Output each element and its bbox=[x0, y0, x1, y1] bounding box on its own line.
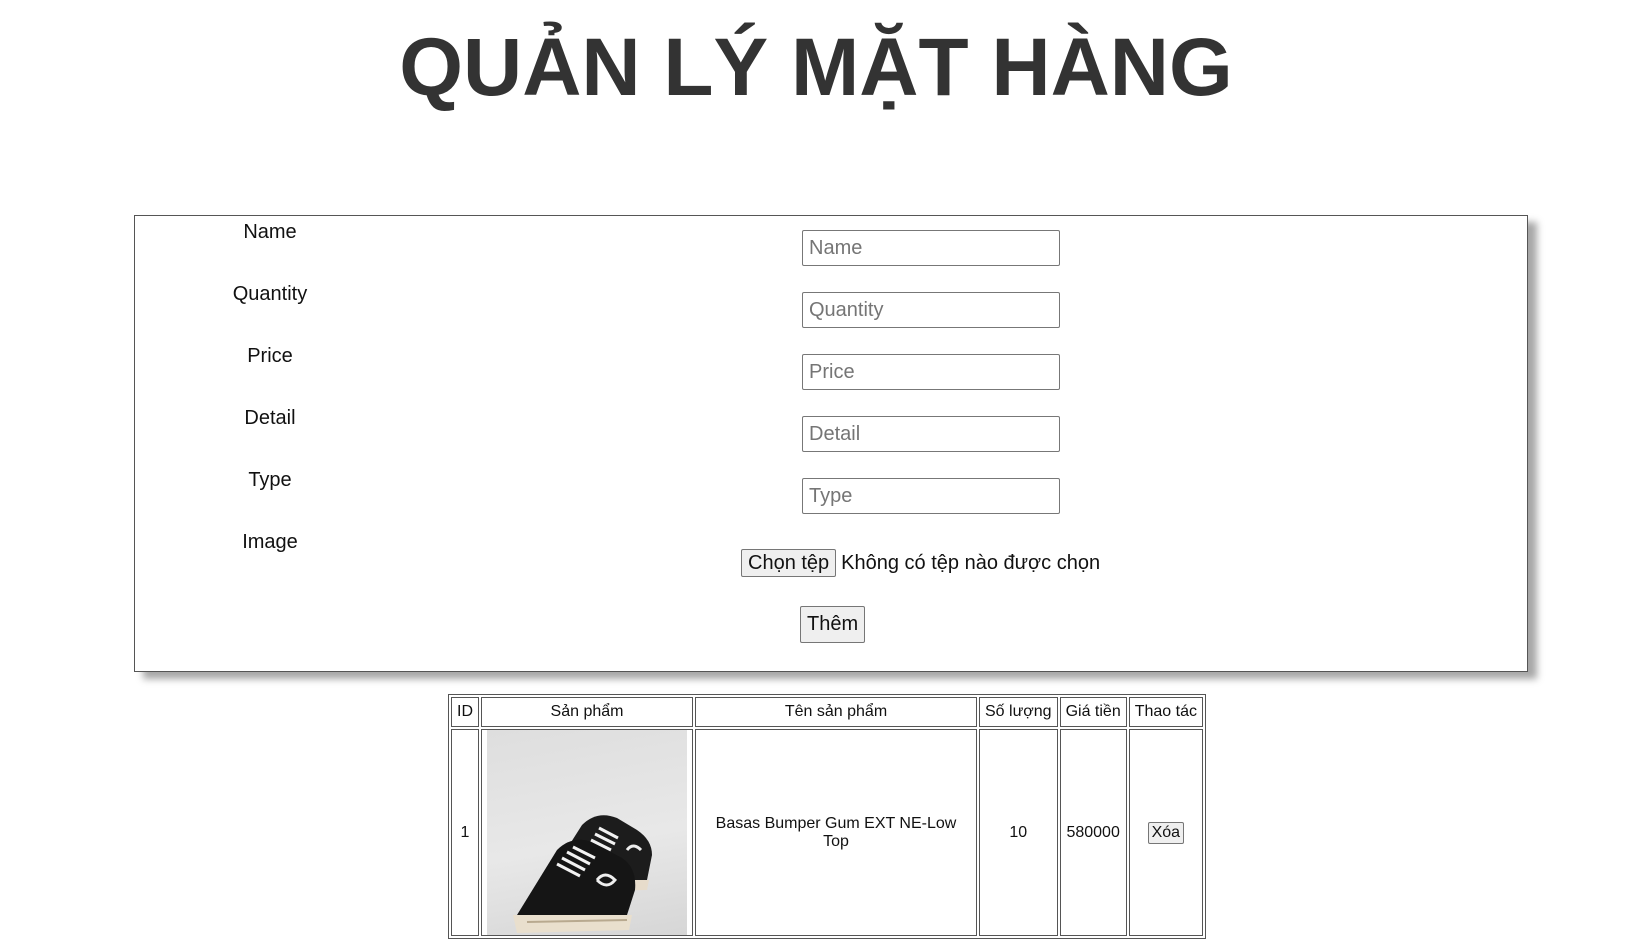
type-label: Type bbox=[248, 469, 292, 491]
row-price: 580000 bbox=[1059, 729, 1127, 936]
detail-label: Detail bbox=[244, 407, 296, 429]
price-label: Price bbox=[247, 345, 293, 367]
header-actions: Thao tác bbox=[1128, 697, 1203, 727]
delete-button[interactable]: Xóa bbox=[1147, 821, 1185, 844]
choose-file-button[interactable]: Chọn tệp bbox=[741, 549, 837, 577]
detail-input[interactable] bbox=[802, 416, 1060, 452]
sneaker-image bbox=[487, 730, 687, 935]
header-product: Sản phẩm bbox=[481, 697, 693, 727]
header-quantity: Số lượng bbox=[979, 697, 1058, 727]
sneaker-icon bbox=[513, 815, 652, 933]
quantity-label: Quantity bbox=[232, 283, 308, 305]
product-table: ID Sản phẩm Tên sản phẩm Số lượng Giá ti… bbox=[448, 694, 1206, 939]
type-input[interactable] bbox=[802, 478, 1060, 514]
name-input[interactable] bbox=[802, 230, 1060, 266]
header-id: ID bbox=[451, 697, 479, 727]
header-price: Giá tiền bbox=[1059, 697, 1127, 727]
price-input[interactable] bbox=[802, 354, 1060, 390]
header-product-name: Tên sản phẩm bbox=[695, 697, 977, 727]
image-file-picker: Chọn tệp Không có tệp nào được chọn bbox=[741, 549, 1100, 577]
page-title: QUẢN LÝ MẶT HÀNG bbox=[399, 22, 1233, 113]
name-label: Name bbox=[243, 221, 297, 243]
add-product-button[interactable]: Thêm bbox=[800, 606, 866, 643]
row-quantity: 10 bbox=[979, 729, 1058, 936]
table-header-row: ID Sản phẩm Tên sản phẩm Số lượng Giá ti… bbox=[451, 697, 1203, 727]
table-row: 1 Basas Bumper Gum EXT NE-Low Top 10 580… bbox=[451, 729, 1203, 936]
row-actions: Xóa bbox=[1128, 729, 1203, 936]
row-product-image-cell bbox=[481, 729, 693, 936]
row-product-name: Basas Bumper Gum EXT NE-Low Top bbox=[695, 729, 977, 936]
file-status-text: Không có tệp nào được chọn bbox=[841, 551, 1101, 574]
image-label: Image bbox=[242, 531, 298, 553]
row-id: 1 bbox=[451, 729, 479, 936]
quantity-input[interactable] bbox=[802, 292, 1060, 328]
product-form: Name Quantity Price Detail Type Image Ch… bbox=[134, 215, 1528, 672]
